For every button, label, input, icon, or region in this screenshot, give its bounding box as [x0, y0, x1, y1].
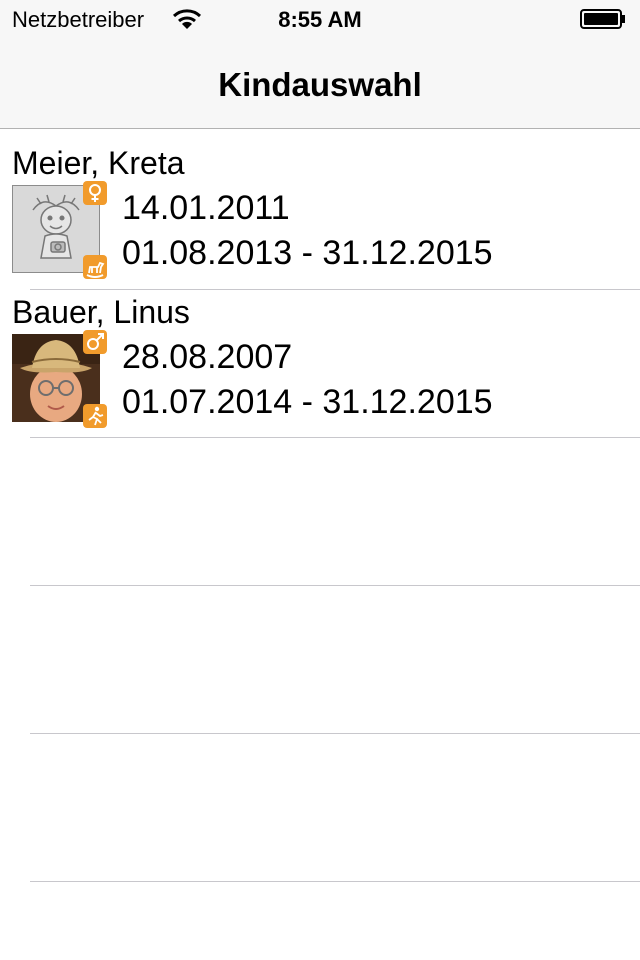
- male-icon: [83, 330, 107, 354]
- navigation-bar: Netzbetreiber 8:55 AM Kindauswahl: [0, 0, 640, 129]
- status-bar: Netzbetreiber 8:55 AM: [0, 0, 640, 40]
- child-name: Meier, Kreta: [12, 145, 185, 181]
- clock: 8:55 AM: [278, 7, 362, 32]
- row-separator: [30, 437, 640, 438]
- running-child-icon: [83, 404, 107, 428]
- child-row-meier-kreta[interactable]: Meier, Kreta 14.01.2011 01.08.2013 - 31.…: [0, 129, 640, 279]
- child-birthdate: 14.01.2011: [122, 189, 290, 227]
- rocking-horse-icon: [83, 255, 107, 279]
- child-birthdate: 28.08.2007: [122, 338, 293, 376]
- female-icon: [83, 181, 107, 205]
- child-care-period: 01.08.2013 - 31.12.2015: [122, 234, 493, 272]
- row-separator: [30, 585, 640, 586]
- child-care-period: 01.07.2014 - 31.12.2015: [122, 383, 493, 421]
- battery-icon: [580, 9, 625, 29]
- child-name: Bauer, Linus: [12, 294, 190, 330]
- row-separator: [30, 733, 640, 734]
- row-separator: [30, 881, 640, 882]
- page-title: Kindauswahl: [218, 66, 422, 103]
- child-row-bauer-linus[interactable]: Bauer, Linus 28.08.2007 01.07.2014 - 31.…: [0, 278, 640, 428]
